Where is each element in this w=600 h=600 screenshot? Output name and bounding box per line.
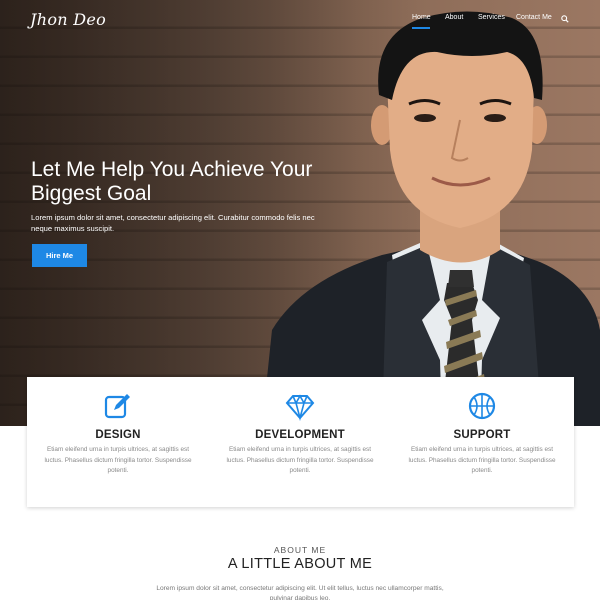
service-design: DESIGN Etiam eleifend urna in turpis ult… xyxy=(27,377,209,507)
service-development: DEVELOPMENT Etiam eleifend urna in turpi… xyxy=(209,377,391,507)
edit-icon xyxy=(104,394,130,419)
service-title: DESIGN xyxy=(95,429,141,441)
diamond-icon xyxy=(285,394,315,421)
hero-title: Let Me Help You Achieve Your Biggest Goa… xyxy=(31,158,313,205)
search-icon[interactable] xyxy=(561,15,569,23)
service-title: SUPPORT xyxy=(453,429,511,441)
main-nav: Home About Services Contact Me xyxy=(0,14,600,34)
about-kicker: ABOUT ME xyxy=(273,545,327,555)
about-description: Lorem ipsum dolor sit amet, consectetur … xyxy=(156,585,444,600)
service-description: Etiam eleifend urna in turpis ultrices, … xyxy=(408,446,556,474)
nav-item-about[interactable]: About xyxy=(445,14,463,21)
basketball-icon xyxy=(468,392,496,420)
services-card: DESIGN Etiam eleifend urna in turpis ult… xyxy=(27,377,574,507)
hire-me-button[interactable]: Hire Me xyxy=(32,244,87,267)
nav-item-home[interactable]: Home xyxy=(412,14,431,21)
nav-item-contact[interactable]: Contact Me xyxy=(516,14,552,21)
service-title: DEVELOPMENT xyxy=(255,429,345,441)
about-title: A LITTLE ABOUT ME xyxy=(227,556,373,572)
nav-active-indicator xyxy=(412,27,430,29)
nav-item-services[interactable]: Services xyxy=(478,14,505,21)
service-description: Etiam eleifend urna in turpis ultrices, … xyxy=(226,446,374,474)
service-description: Etiam eleifend urna in turpis ultrices, … xyxy=(44,446,192,474)
service-support: SUPPORT Etiam eleifend urna in turpis ul… xyxy=(391,377,573,507)
hero-description: Lorem ipsum dolor sit amet, consectetur … xyxy=(31,213,315,233)
